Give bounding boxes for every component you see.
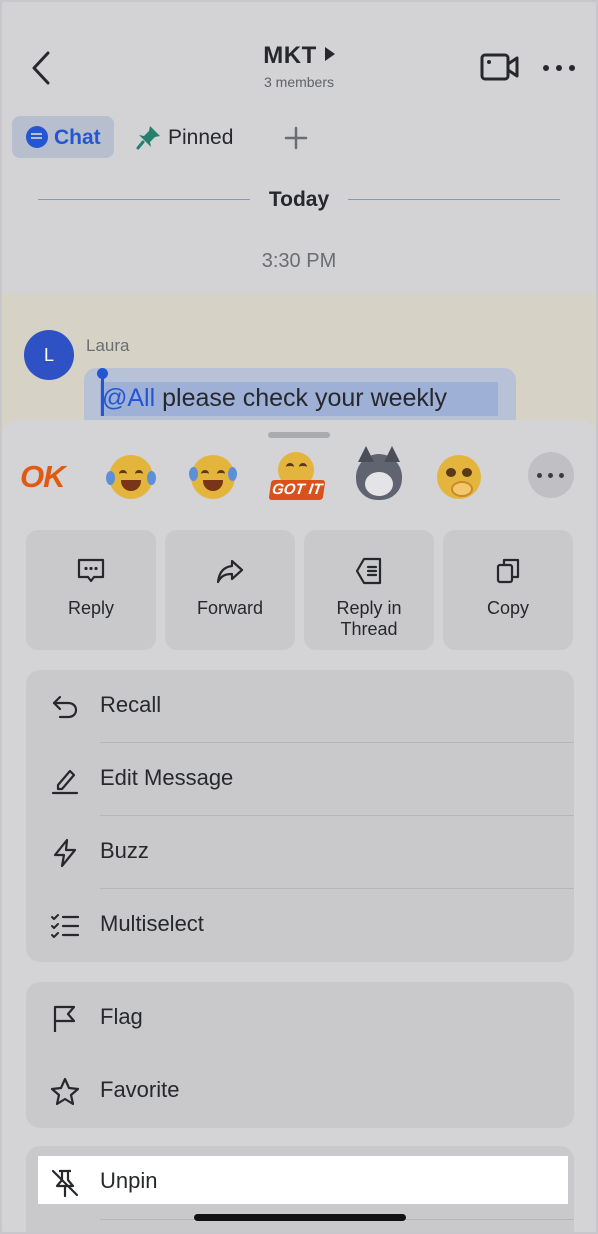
tab-chat[interactable]: Chat [12,116,114,158]
copy-button[interactable]: Copy [443,530,573,650]
reply-icon [77,558,105,583]
menu-item-flag[interactable]: Flag [26,982,574,1055]
tab-pinned-label: Pinned [168,126,234,149]
ellipsis-icon [543,65,575,71]
menu-item-unpin[interactable]: Unpin [26,1146,574,1220]
chat-bubble-icon [26,126,48,148]
reaction-husky[interactable] [354,446,404,502]
checklist-icon [51,914,80,938]
tab-chat-label: Chat [54,126,101,149]
sheet-grabber[interactable] [268,432,330,438]
chat-header: MKT 3 members [2,2,596,102]
reaction-ok[interactable]: OK [20,452,70,502]
unpin-icon [51,1169,79,1198]
quick-actions: Reply Forward Reply in Thread Copy [26,530,574,652]
reaction-got-it[interactable]: GOT IT [268,452,326,502]
sender-name: Laura [86,336,130,355]
reaction-crying-laughing[interactable] [106,452,156,502]
reply-in-thread-button[interactable]: Reply in Thread [304,530,434,650]
menu-item-buzz[interactable]: Buzz [26,816,574,889]
copy-icon [496,558,520,584]
menu-item-edit-message[interactable]: Edit Message [26,743,574,816]
add-tab-button[interactable] [282,124,310,152]
message-text: @All please check your weekly [102,384,447,413]
video-call-button[interactable] [480,52,520,82]
more-reactions-button[interactable] [528,452,574,498]
more-options-button[interactable] [542,60,576,76]
menu-item-recall[interactable]: Recall [26,670,574,743]
pleading-face-emoji-icon [437,455,481,499]
reaction-pleading[interactable] [434,452,484,502]
video-camera-icon [480,53,519,81]
menu-item-label: Edit Message [100,765,234,790]
forward-icon [216,559,244,584]
message-body: please check your weekly [155,384,447,412]
menu-item-multiselect[interactable]: Multiselect [26,889,574,962]
lightning-icon [53,838,77,868]
message-action-sheet: OK GOT IT Reply Forward Reply in Thread … [2,420,596,1232]
reply-button[interactable]: Reply [26,530,156,650]
pin-icon [136,126,160,150]
crying-laughing-emoji-icon [106,455,156,499]
chat-title: MKT [263,42,317,69]
tears-of-joy-emoji-icon [189,455,237,499]
home-indicator[interactable] [194,1214,406,1221]
flag-icon [53,1005,76,1032]
star-icon [50,1077,80,1106]
plus-icon [284,126,308,150]
menu-item-label: Unpin [100,1168,158,1193]
thread-icon [355,557,382,585]
ok-sticker-icon: OK [20,459,65,494]
menu-item-label: Flag [100,1004,143,1029]
menu-item-label: Recall [100,692,162,717]
menu-group-organize: Flag Favorite [26,982,574,1128]
undo-icon [52,695,78,719]
message-timestamp: 3:30 PM [261,250,337,272]
date-label: Today [268,188,330,211]
reply-in-thread-label: Reply in Thread [336,598,402,639]
got-it-banner: GOT IT [268,480,326,500]
screen: MKT 3 members Chat Pinned Today 3:30 PM … [2,2,596,1232]
avatar[interactable]: L [24,330,74,380]
menu-item-label: Favorite [100,1077,180,1102]
reply-label: Reply [67,598,115,618]
date-divider: Today [38,188,560,212]
menu-item-favorite[interactable]: Favorite [26,1055,574,1128]
reaction-bar: OK GOT IT [20,446,580,504]
forward-button[interactable]: Forward [165,530,295,650]
husky-emoji-icon [356,446,402,500]
forward-label: Forward [196,598,263,618]
copy-label: Copy [486,598,530,618]
mention-all[interactable]: @All [102,384,155,412]
reaction-tears-of-joy[interactable] [188,452,238,502]
menu-item-label: Buzz [100,838,149,863]
caret-right-icon [324,47,335,61]
menu-group-edit: Recall Edit Message Buzz Multiselect [26,670,574,962]
menu-item-label: Multiselect [100,911,204,936]
divider-line-right [348,199,560,200]
pencil-icon [51,769,79,795]
